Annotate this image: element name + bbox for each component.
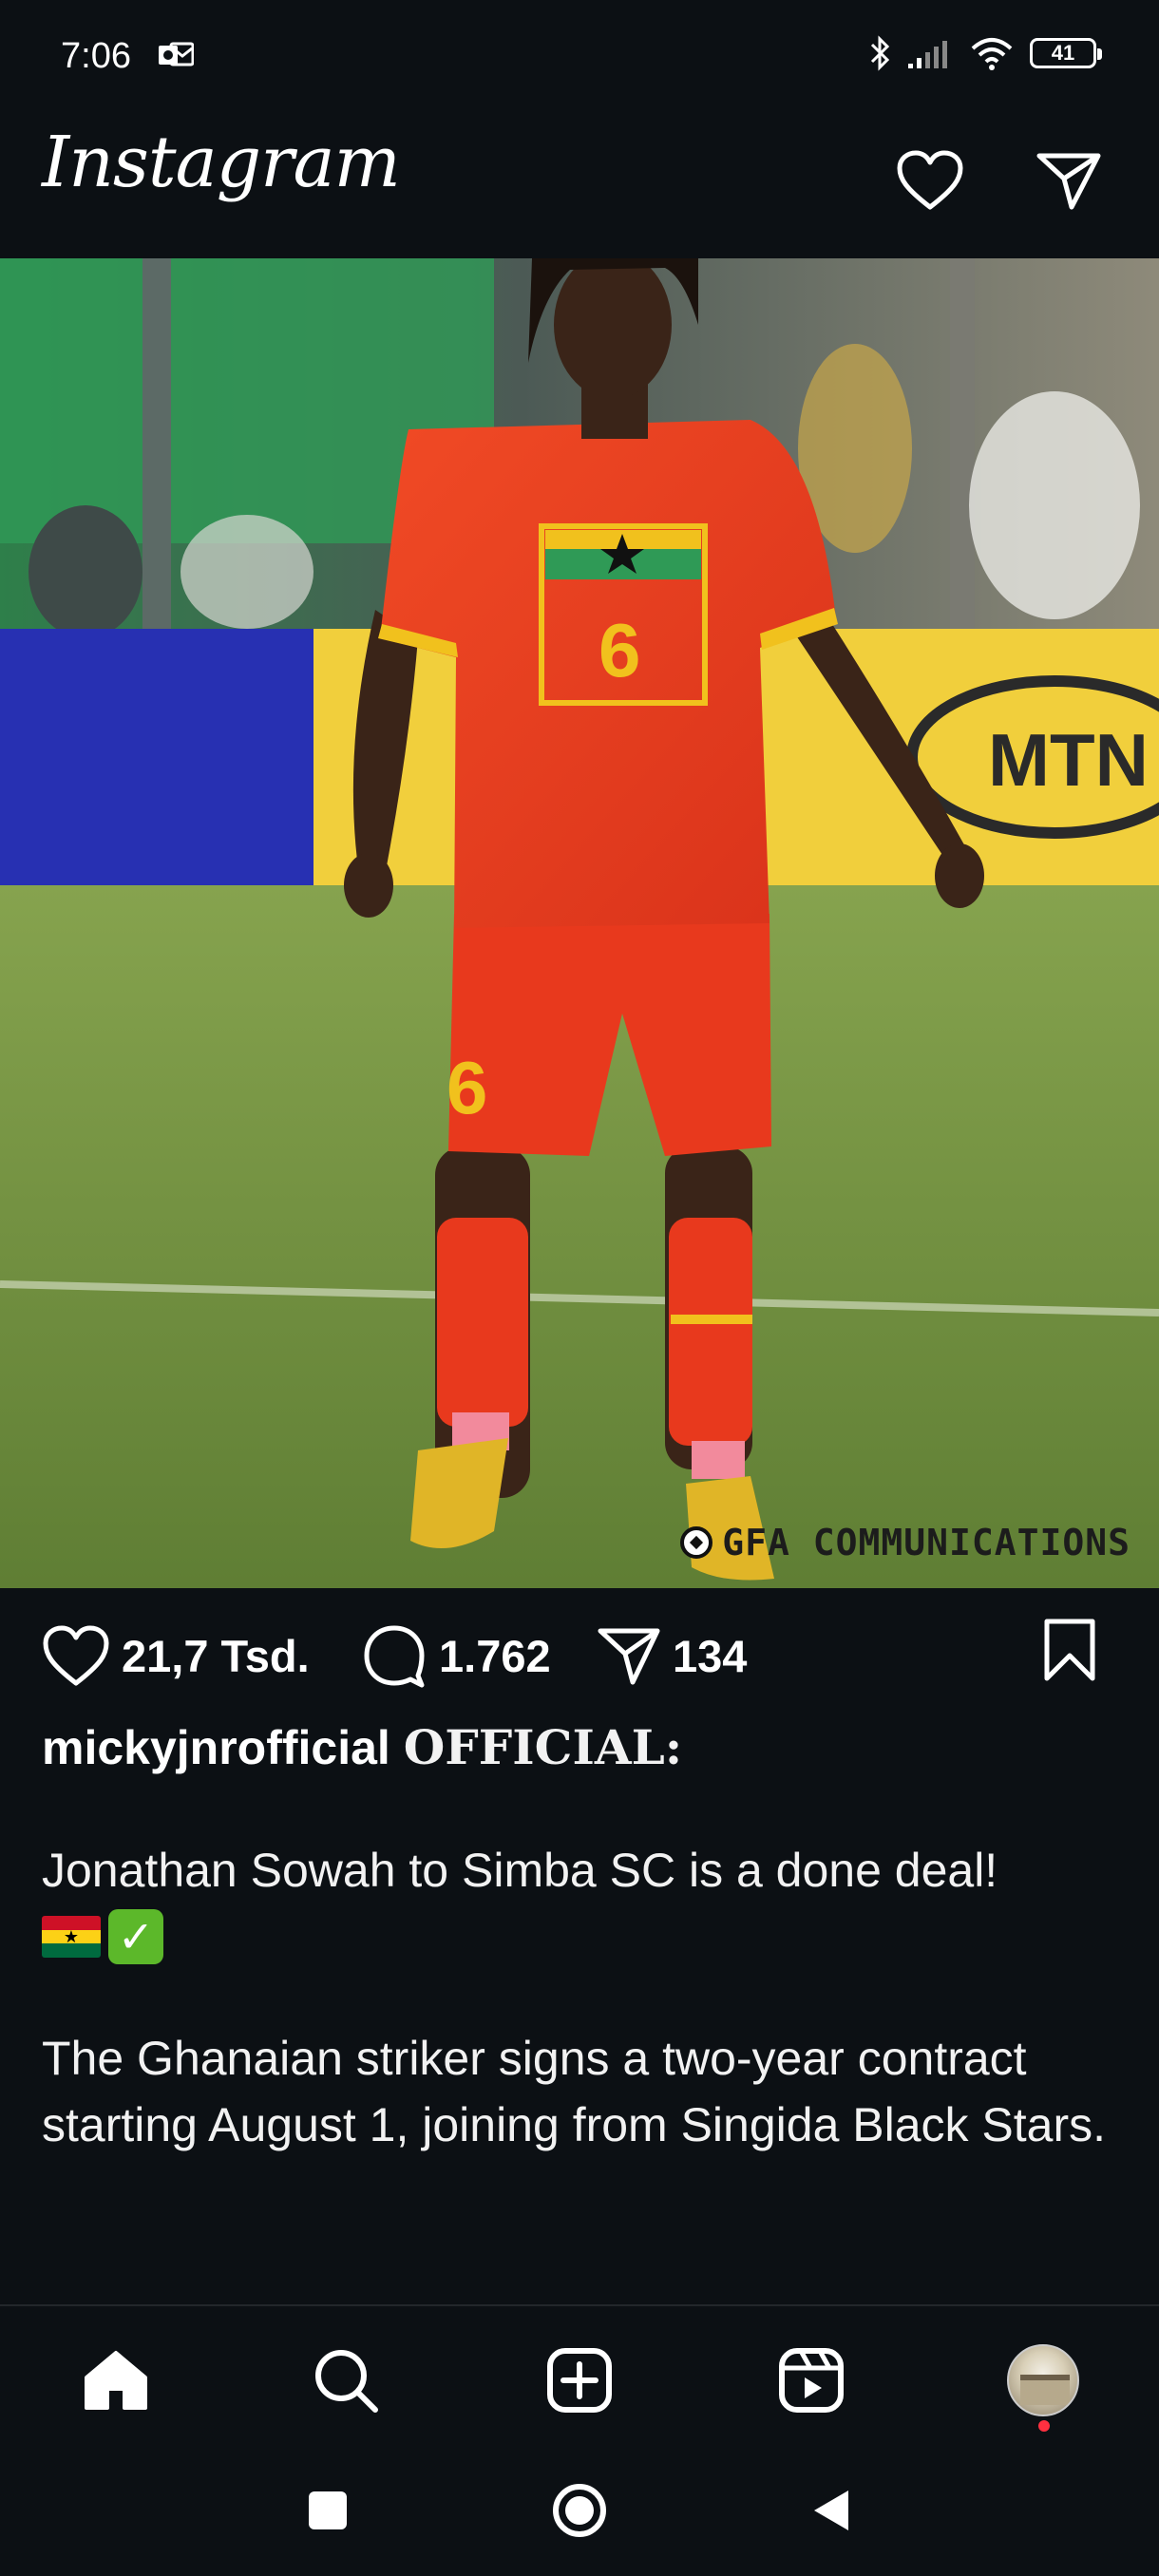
bookmark-icon xyxy=(1044,1619,1095,1681)
football-player-photo: MTN 6 6 xyxy=(0,258,1159,1588)
signal-icon xyxy=(908,41,947,68)
comment-count: 1.762 xyxy=(439,1630,551,1681)
notifications-heart-icon[interactable] xyxy=(892,142,968,218)
back-button[interactable] xyxy=(798,2477,864,2544)
share-count: 134 xyxy=(673,1630,748,1681)
post-caption: mickyjnrofficial OFFICIAL: Jonathan Sowa… xyxy=(42,1719,1125,2158)
image-watermark: GFA COMMUNICATIONS xyxy=(680,1522,1130,1563)
bottom-navigation xyxy=(0,2304,1159,2443)
caption-paragraph-1: Jonathan Sowah to Simba SC is a done dea… xyxy=(42,1844,998,1897)
nav-search[interactable] xyxy=(308,2342,384,2418)
svg-text:6: 6 xyxy=(598,608,641,692)
post-image[interactable]: MTN 6 6 GFA COMMUNICATIONS xyxy=(0,258,1159,1588)
nav-create[interactable] xyxy=(542,2342,618,2418)
square-icon xyxy=(309,2491,347,2529)
reels-icon xyxy=(779,2348,844,2413)
battery-indicator: 41 xyxy=(1030,38,1102,68)
create-icon xyxy=(547,2348,612,2413)
save-button[interactable] xyxy=(1041,1617,1098,1683)
comment-button[interactable]: 1.762 xyxy=(361,1622,551,1689)
notification-dot xyxy=(1038,2420,1050,2432)
system-navigation xyxy=(0,2443,1159,2576)
outlook-notification-icon xyxy=(159,42,194,66)
svg-text:MTN: MTN xyxy=(988,718,1149,802)
caption-separator: : xyxy=(664,1719,683,1775)
like-button[interactable]: 21,7 Tsd. xyxy=(42,1622,310,1689)
caption-tag: OFFICIAL xyxy=(403,1719,665,1775)
svg-text:6: 6 xyxy=(446,1046,487,1129)
heart-icon xyxy=(43,1625,109,1686)
bluetooth-icon xyxy=(870,35,890,71)
like-count: 21,7 Tsd. xyxy=(122,1630,310,1681)
comment-icon xyxy=(364,1625,425,1688)
status-time: 7:06 xyxy=(61,36,131,76)
caption-username[interactable]: mickyjnrofficial xyxy=(42,1721,390,1774)
search-icon xyxy=(315,2350,378,2413)
nav-home[interactable] xyxy=(78,2342,154,2418)
status-bar: 7:06 41 xyxy=(0,0,1159,114)
nav-profile[interactable] xyxy=(1005,2342,1081,2418)
share-button[interactable]: 134 xyxy=(597,1622,747,1689)
check-mark-icon: ✓ xyxy=(108,1909,163,1964)
recents-button[interactable] xyxy=(294,2477,361,2544)
back-triangle-icon xyxy=(814,2491,848,2530)
caption-paragraph-2: The Ghanaian striker signs a two-year co… xyxy=(42,2032,1107,2151)
post-actions: 21,7 Tsd. 1.762 134 xyxy=(0,1588,1159,1721)
profile-avatar xyxy=(1007,2344,1079,2416)
ghana-flag-icon: ★ xyxy=(42,1916,101,1958)
caption-emojis: ★ ✓ xyxy=(42,1909,1125,1964)
instagram-logo[interactable]: Instagram xyxy=(42,122,401,203)
home-button[interactable] xyxy=(546,2477,613,2544)
nav-reels[interactable] xyxy=(773,2342,849,2418)
send-icon xyxy=(598,1628,660,1685)
circle-icon xyxy=(553,2484,606,2537)
gfa-ball-icon xyxy=(680,1526,713,1559)
status-icons: 41 xyxy=(868,34,1102,72)
wifi-icon xyxy=(971,38,1013,70)
home-icon xyxy=(85,2351,147,2410)
app-header: Instagram xyxy=(0,114,1159,258)
direct-messages-send-icon[interactable] xyxy=(1031,142,1107,218)
